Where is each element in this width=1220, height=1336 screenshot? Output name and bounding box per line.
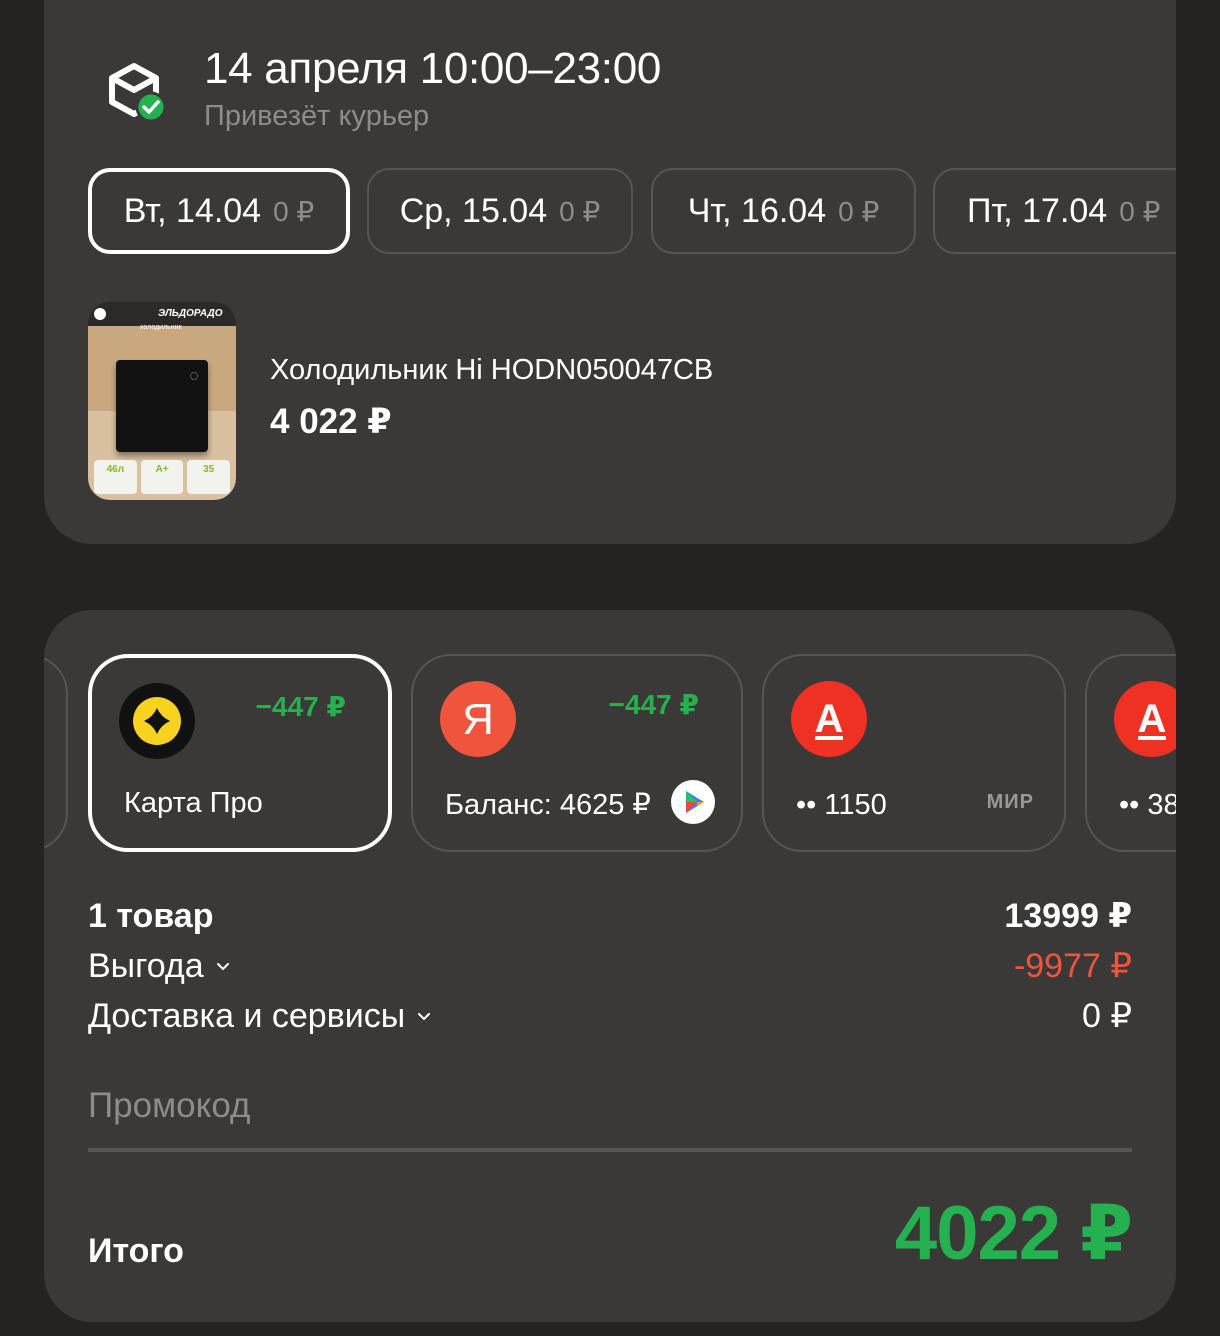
payment-method-hidden[interactable] [44,654,68,852]
total-value: 4022 ₽ [894,1191,1133,1276]
summary-discount-label-wrap[interactable]: Выгода [88,947,232,986]
summary-discount-row[interactable]: Выгода -9977 ₽ [88,946,1132,986]
delivery-title: 14 апреля 10:00–23:00 [204,44,662,93]
play-badge-icon [671,780,715,824]
date-chip-day: Чт, 16.04 [687,191,827,230]
product-image[interactable]: ЭЛЬДОРАДО холодильник 46л A+ 35 [88,302,236,500]
summary-delivery-label: Доставка и сервисы [88,996,406,1035]
date-chip-thu[interactable]: Чт, 16.04 0 ₽ [651,168,916,254]
payment-label: Баланс: 4625 ₽ [445,789,651,821]
product-image-badge: 46л [94,460,137,494]
alfa-bank-letter: А [815,697,844,741]
alfa-bank-icon: А [791,681,867,757]
payment-label: Карта Про [124,787,263,819]
karta-pro-icon [119,683,195,759]
date-chip-day: Вт, 14.04 [123,191,262,230]
summary-delivery-label-wrap[interactable]: Доставка и сервисы [88,997,433,1036]
product-image-subtitle: холодильник [140,324,182,331]
summary-discount-label: Выгода [88,946,204,985]
delivery-subtitle: Привезёт курьер [204,100,430,132]
payment-card: −447 ₽ Карта Про Я −447 ₽ Баланс: 4625 ₽… [44,610,1176,1322]
date-chip-fri[interactable]: Пт, 17.04 0 ₽ [933,168,1176,254]
payment-method-alfa-1150[interactable]: А •• 1150 МИР [762,654,1066,852]
chevron-down-icon [418,1013,431,1021]
date-chip-day: Пт, 17.04 [967,191,1108,230]
total-label: Итого [88,1232,184,1270]
date-chip-day: Ср, 15.04 [399,191,548,230]
product-price: 4 022 ₽ [270,402,392,441]
brand-logo-icon [94,308,106,320]
payment-label: •• 38 [1119,789,1176,821]
yandex-ya-icon: Я [440,681,516,757]
summary-items-row: 1 товар 13999 ₽ [88,896,1132,936]
delivery-card: 14 апреля 10:00–23:00 Привезёт курьер Вт… [44,0,1176,544]
payment-label: •• 1150 [796,789,887,821]
mir-network-logo: МИР [986,791,1034,813]
date-chip-price: 0 ₽ [273,195,315,227]
promo-code-input[interactable] [88,1086,1132,1126]
promo-code-field[interactable] [88,1086,1132,1152]
fridge-picture [116,360,208,452]
payment-method-alfa-38[interactable]: А •• 38 [1085,654,1176,852]
summary-items-value: 13999 ₽ [1004,897,1132,935]
product-image-brand: ЭЛЬДОРАДО [158,308,223,319]
payment-cashback: −447 ₽ [255,691,346,722]
yandex-ya-letter: Я [462,695,494,744]
date-chip-price: 0 ₽ [1119,195,1161,227]
summary-delivery-value: 0 ₽ [1082,997,1132,1035]
product-image-badge: A+ [140,460,184,494]
product-image-badge: 35 [187,460,231,494]
date-chip-wed[interactable]: Ср, 15.04 0 ₽ [367,168,633,254]
payment-cashback: −447 ₽ [608,689,699,720]
date-chip-tue[interactable]: Вт, 14.04 0 ₽ [88,168,350,254]
delivery-box-icon [109,63,167,123]
alfa-bank-letter: А [1138,697,1167,741]
product-image-badges: 46л A+ 35 [94,460,231,494]
date-chip-price: 0 ₽ [559,195,601,227]
summary-delivery-row[interactable]: Доставка и сервисы 0 ₽ [88,996,1132,1036]
alfa-bank-icon: А [1114,681,1176,757]
summary-discount-value: -9977 ₽ [1013,947,1132,985]
payment-method-yandex-balance[interactable]: Я −447 ₽ Баланс: 4625 ₽ [411,654,743,852]
summary-items-label: 1 товар [88,896,214,935]
date-chip-price: 0 ₽ [838,195,880,227]
product-name[interactable]: Холодильник Hi HODN050047CB [270,354,713,387]
payment-method-karta-pro[interactable]: −447 ₽ Карта Про [88,654,392,852]
chevron-down-icon [216,963,229,971]
